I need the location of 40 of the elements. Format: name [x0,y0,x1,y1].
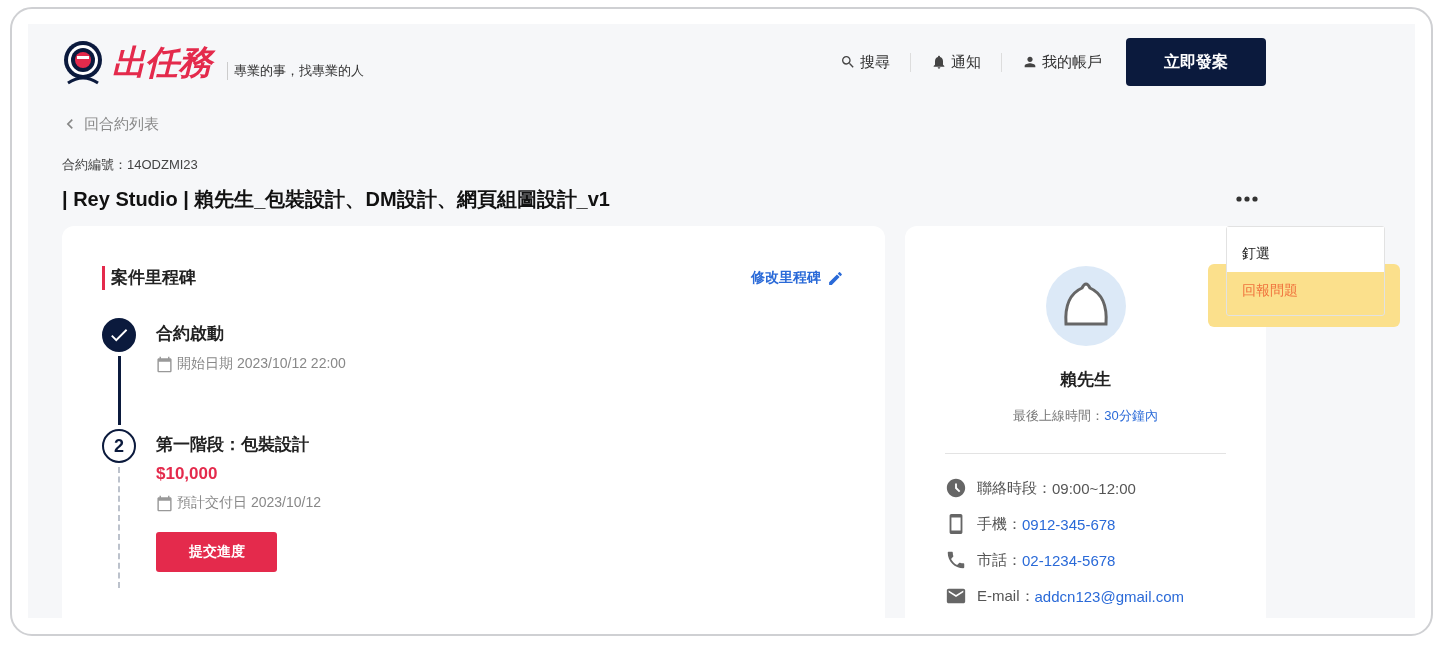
contact-label: 手機： [977,514,1022,534]
astronaut-helmet-icon [62,39,104,85]
calendar-icon [156,494,173,512]
contact-link[interactable]: 02-1234-5678 [1022,551,1116,569]
logo-text[interactable]: 出任務 [110,40,217,84]
contact-link[interactable]: 0912-345-678 [1022,515,1116,533]
step-title: 合約啟動 [156,323,225,345]
contact-label: E-mail： [977,586,1035,606]
contact-link[interactable]: addcn123@gmail.com [1034,587,1184,605]
step-number: 2 [102,429,136,463]
clock-icon [945,477,967,499]
step-date: 開始日期 2023/10/12 22:00 [177,355,346,373]
section-heading: 案件里程碑 [102,266,196,290]
bell-icon [931,54,947,70]
contact-text: 09:00~12:00 [1052,479,1136,497]
user-icon [1022,54,1038,70]
search-icon [840,54,856,70]
step-title: 第一階段：包裝設計 [156,434,310,456]
nav-link[interactable]: 通知 [910,52,1001,72]
submit-progress-button[interactable]: 提交進度 [156,532,277,572]
contract-title: | Rey Studio | 賴先生_包裝設計、DM設計、網頁組圖設計_v1 [62,186,610,212]
step-date: 預計交付日 2023/10/12 [177,494,321,512]
contact-label: 聯絡時段： [977,478,1052,498]
more-button[interactable] [1236,196,1258,202]
nav-link[interactable]: 搜尋 [820,52,910,72]
nav-link[interactable]: 我的帳戶 [1001,52,1122,72]
pencil-icon [827,269,844,287]
post-project-button[interactable]: 立即發案 [1126,38,1266,86]
contract-number: 合約編號：14ODZMI23 [62,156,199,174]
step-amount: $10,000 [156,464,219,484]
client-name: 賴先生 [1060,369,1111,391]
tagline: 專業的事，找專業的人 [227,62,364,80]
contact-label: 市話： [977,550,1022,570]
last-online: 最後上線時間：30分鐘內 [1013,407,1158,425]
menu-item[interactable]: 釘選 [1227,227,1384,272]
calendar-icon [156,355,173,373]
phone-icon [945,549,967,571]
edit-milestones-link[interactable]: 修改里程碑 [751,269,844,287]
more-icon [1236,196,1258,202]
back-link[interactable]: 回合約列表 [60,114,1266,134]
